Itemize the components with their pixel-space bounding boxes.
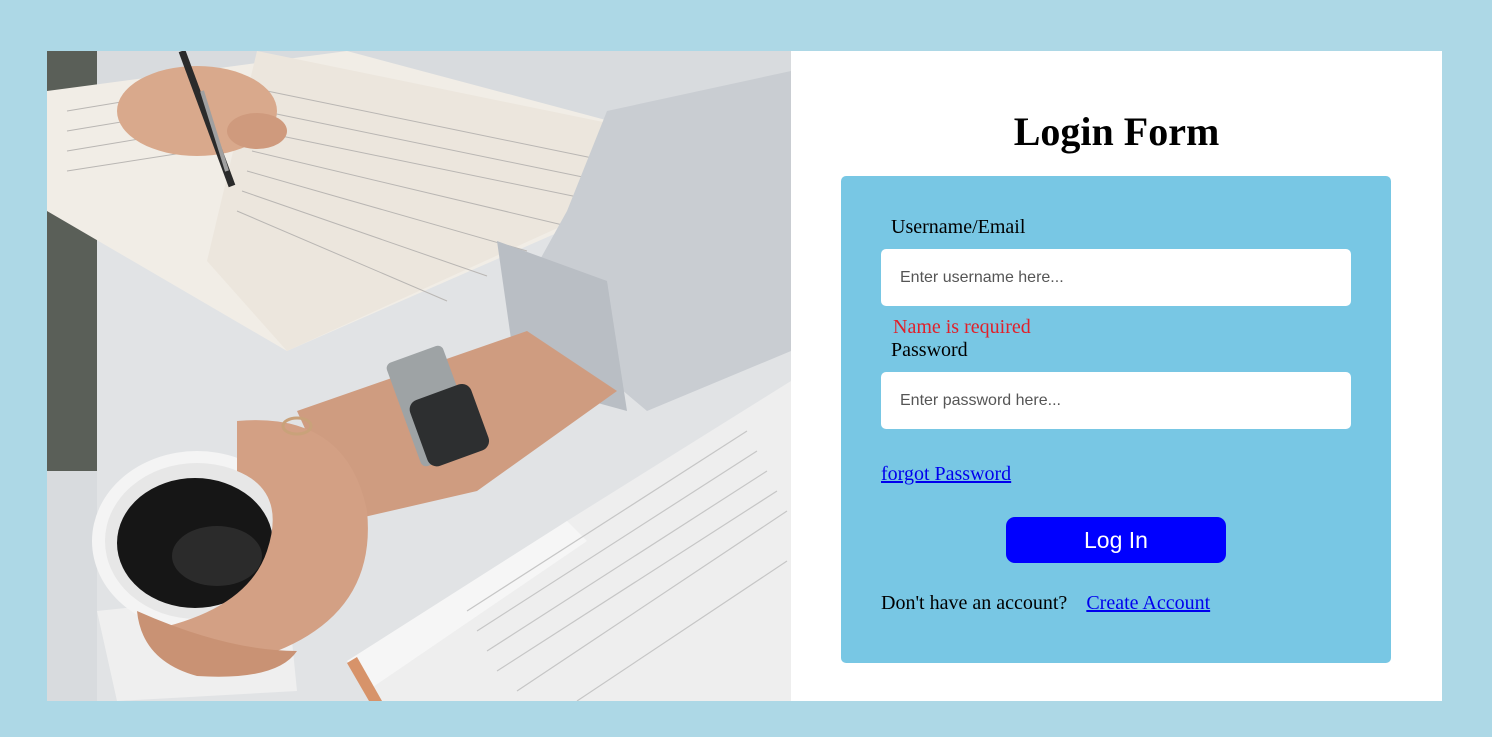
hero-photo [47,51,791,701]
form-panel: Login Form Username/Email Name is requir… [791,51,1442,701]
photo-illustration [47,51,791,701]
forgot-password-link[interactable]: forgot Password [881,463,1011,486]
login-button[interactable]: Log In [1006,517,1226,563]
login-card: Login Form Username/Email Name is requir… [47,51,1442,701]
username-input[interactable] [881,249,1351,306]
password-label: Password [891,339,968,361]
page-title: Login Form [1013,109,1220,154]
signup-prompt: Don't have an account? Create Account [881,592,1210,615]
username-label: Username/Email [891,216,1026,238]
username-error-message: Name is required [893,316,1031,338]
no-account-text: Don't have an account? [881,592,1068,614]
create-account-link[interactable]: Create Account [1086,592,1210,614]
login-form: Username/Email Name is required Password… [841,176,1391,663]
password-input[interactable] [881,372,1351,429]
